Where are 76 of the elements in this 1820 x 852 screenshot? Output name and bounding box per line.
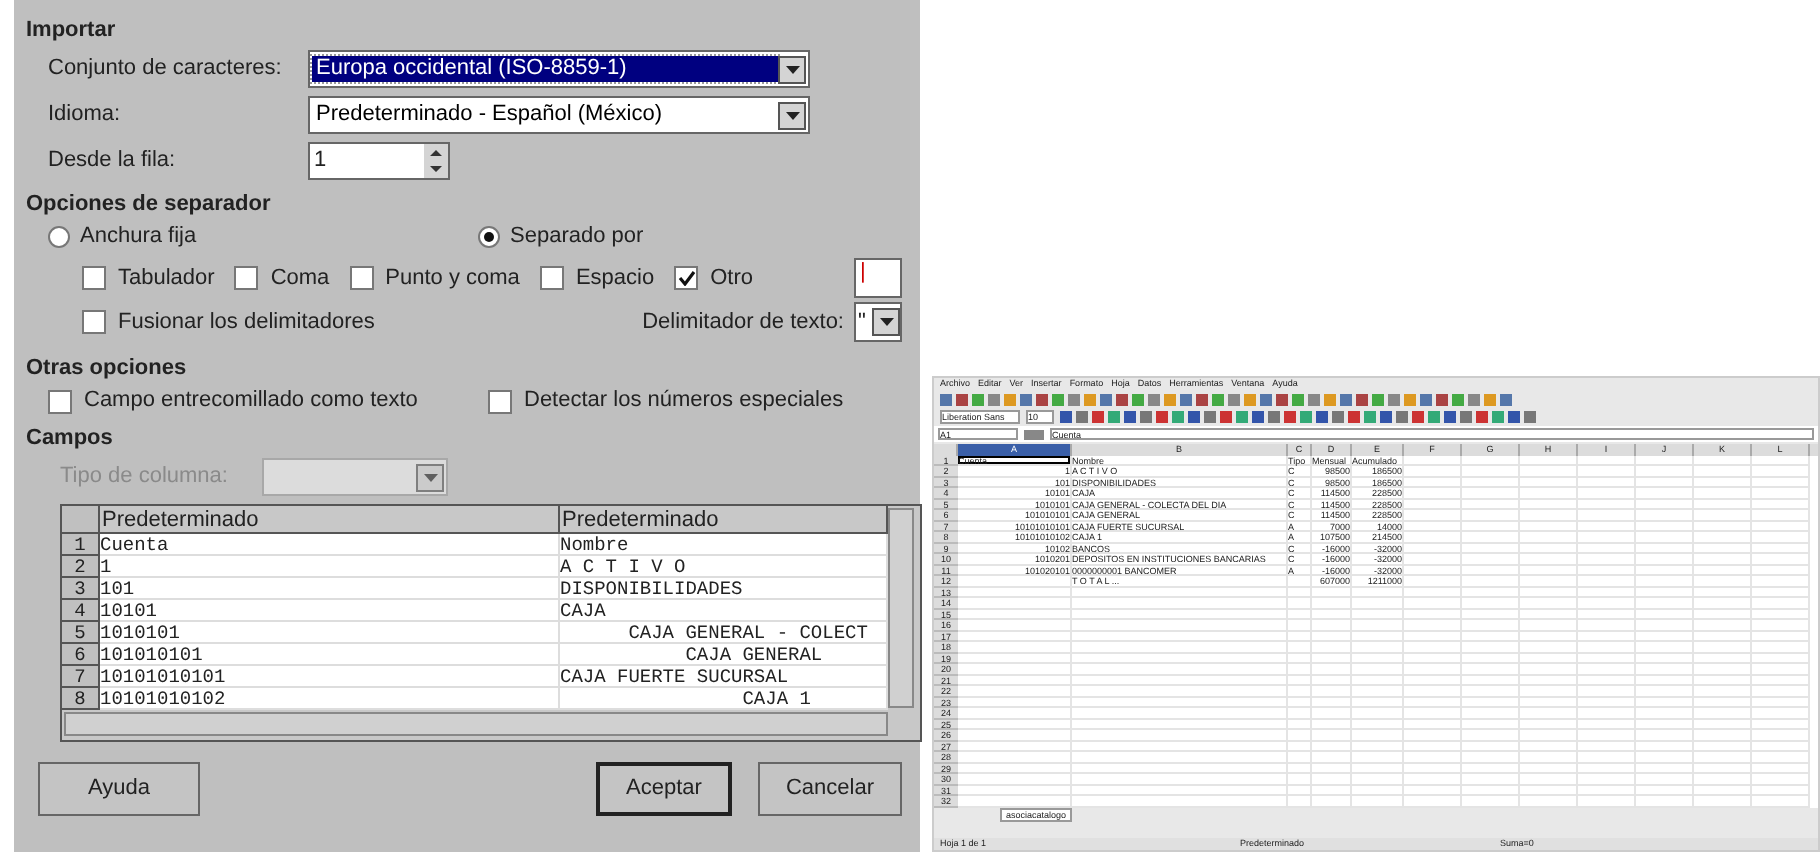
checkbox-label: Fusionar los delimitadores: [118, 309, 375, 335]
table-cell: CAJA 1: [560, 688, 888, 710]
dialog-button[interactable]: Cancelar: [758, 762, 902, 816]
field-label: Idioma:: [48, 102, 123, 128]
dropdown-field[interactable]: ": [854, 302, 902, 342]
dropdown-field[interactable]: Europa occidental (ISO-8859-1): [308, 50, 810, 88]
checkbox[interactable]: [82, 266, 106, 290]
row-number: 3: [62, 578, 100, 600]
checkbox[interactable]: [82, 310, 106, 334]
table-cell: 10101010102: [100, 688, 560, 710]
dropdown-value: Predeterminado - Español (México): [314, 102, 665, 128]
checkbox-label: Campo entrecomillado como texto: [84, 388, 418, 414]
table-cell: CAJA FUERTE SUCURSAL: [560, 666, 888, 688]
checkbox-label: Coma: [270, 265, 330, 291]
table-cell: 10101010101: [100, 666, 560, 688]
table-cell: Nombre: [560, 534, 888, 556]
checkbox[interactable]: [349, 266, 374, 290]
radio-button[interactable]: [478, 226, 500, 248]
section-title: Campos: [26, 426, 115, 452]
function-icon[interactable]: [1024, 429, 1044, 439]
dropdown-button[interactable]: [778, 101, 806, 129]
spin-value: 1: [314, 148, 327, 174]
table-cell: 101010101: [100, 644, 560, 666]
spin-field[interactable]: 1: [308, 142, 450, 180]
section-title: Importar: [26, 18, 118, 44]
horizontal-scrollbar[interactable]: [64, 712, 888, 736]
table-cell: 1010101: [100, 622, 560, 644]
caret-icon: [785, 111, 799, 119]
checkbox[interactable]: [539, 266, 564, 290]
vertical-scrollbar[interactable]: [888, 508, 914, 708]
radio-label: Anchura fija: [80, 224, 197, 250]
table-cell: CAJA: [560, 600, 888, 622]
dropdown-button[interactable]: [778, 55, 806, 83]
table-cell: 10101: [100, 600, 560, 622]
row-number: 1: [62, 534, 100, 556]
table-cell: 1: [100, 556, 560, 578]
row-number: 5: [62, 622, 100, 644]
row-number: 6: [62, 644, 100, 666]
caret-icon: [879, 318, 893, 326]
caret-icon: [423, 473, 437, 481]
table-cell: Cuenta: [100, 534, 560, 556]
checkbox[interactable]: [234, 266, 259, 290]
table-cell: 101: [100, 578, 560, 600]
dropdown-value: Europa occidental (ISO-8859-1): [312, 56, 778, 82]
field-label: Delimitador de texto:: [642, 309, 844, 335]
dropdown-value: ": [858, 309, 866, 335]
dropdown-field[interactable]: [262, 458, 448, 496]
checkbox[interactable]: [48, 389, 72, 413]
checkbox-label: Detectar los números especiales: [524, 388, 844, 414]
spin-arrows-icon[interactable]: [424, 144, 448, 178]
checkbox-label: Punto y coma: [385, 265, 520, 291]
table-cell: CAJA GENERAL: [560, 644, 888, 666]
checkbox-label: Tabulador: [118, 265, 215, 291]
dialog-button[interactable]: Aceptar: [596, 762, 732, 816]
row-number: 7: [62, 666, 100, 688]
dropdown-field[interactable]: Predeterminado - Español (México): [308, 96, 810, 134]
radio-button[interactable]: [48, 226, 70, 248]
table-cell: A C T I V O: [560, 556, 888, 578]
caret-icon: [785, 65, 799, 73]
row-number: 4: [62, 600, 100, 622]
row-number: 2: [62, 556, 100, 578]
dialog-button[interactable]: Ayuda: [38, 762, 200, 816]
field-label: Conjunto de caracteres:: [48, 56, 284, 82]
field-label: Desde la fila:: [48, 148, 178, 174]
table-cell: DISPONIBILIDADES: [560, 578, 888, 600]
row-number: 8: [62, 688, 100, 710]
checkbox-label: Espacio: [575, 265, 655, 291]
other-delimiter-field[interactable]: |: [854, 258, 902, 298]
checkbox[interactable]: [674, 266, 699, 290]
checkbox[interactable]: [488, 389, 512, 413]
table-cell: CAJA GENERAL - COLECT: [560, 622, 888, 644]
section-title: Opciones de separador: [26, 192, 273, 218]
dropdown-button[interactable]: [872, 308, 900, 336]
checkbox-label: Otro: [710, 265, 753, 291]
radio-label: Separado por: [510, 224, 644, 250]
section-title: Otras opciones: [26, 356, 189, 382]
